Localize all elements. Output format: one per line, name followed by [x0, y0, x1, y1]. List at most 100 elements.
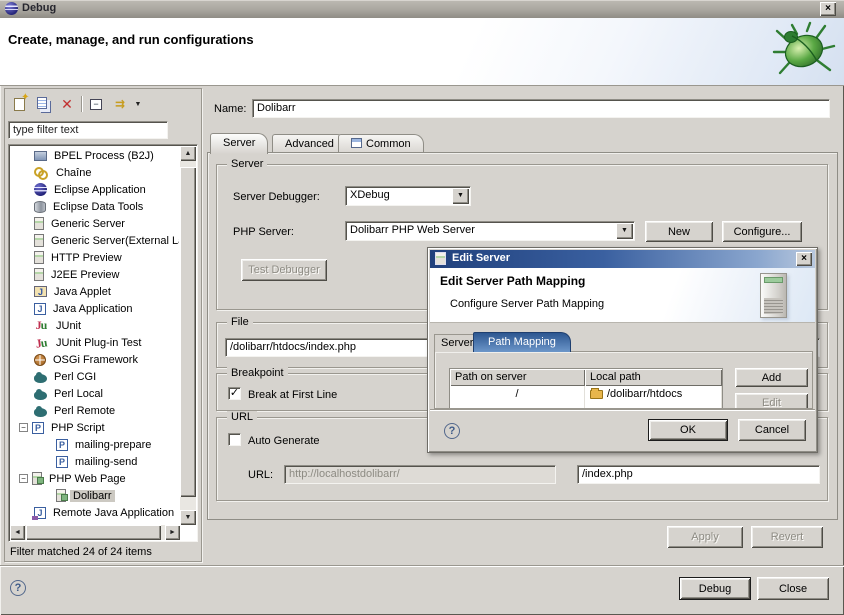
window-title: Debug — [22, 2, 56, 14]
tree-item-label: mailing-prepare — [72, 439, 154, 451]
auto-generate-checkbox[interactable] — [228, 433, 241, 446]
tree-item-cha-ne[interactable]: Chaîne — [10, 164, 179, 181]
applet-icon — [34, 286, 47, 297]
new-server-button[interactable]: New — [645, 221, 713, 242]
tree-item-generic-server-external-la[interactable]: Generic Server(External La — [10, 232, 179, 249]
break-first-line-checkbox[interactable]: ✓ — [228, 387, 241, 400]
tree-item-mailing-prepare[interactable]: mailing-prepare — [10, 436, 179, 453]
help-icon[interactable]: ? — [10, 580, 26, 596]
window-titlebar[interactable]: Debug × — [0, 0, 844, 18]
url-file-input[interactable]: /index.php — [577, 465, 820, 484]
chevron-down-icon[interactable]: ▼ — [616, 223, 633, 239]
tree-item-java-application[interactable]: Java Application — [10, 300, 179, 317]
window-close-button[interactable]: × — [820, 2, 836, 16]
local-path-cell[interactable]: /dolibarr/htdocs — [585, 386, 722, 402]
dialog-titlebar[interactable]: Edit Server × — [430, 250, 815, 268]
close-button[interactable]: Close — [757, 577, 829, 600]
delete-icon[interactable]: ✕ — [55, 93, 79, 115]
debug-window: Debug × Create, manage, and run configur… — [0, 0, 844, 615]
tree-item-java-applet[interactable]: Java Applet — [10, 283, 179, 300]
name-input[interactable]: Dolibarr — [252, 99, 830, 118]
page-title: Create, manage, and run configurations — [8, 32, 254, 47]
name-label: Name: — [214, 103, 246, 115]
tree-item-dolibarr[interactable]: Dolibarr — [10, 487, 179, 504]
menu-dropdown-icon[interactable]: ▼ — [132, 93, 144, 115]
hscroll-thumb[interactable] — [26, 525, 161, 540]
duplicate-icon[interactable] — [31, 93, 55, 115]
server-debugger-select[interactable]: XDebug ▼ — [345, 186, 471, 206]
footer-separator — [0, 565, 844, 567]
server-icon — [435, 252, 446, 265]
collapse-expander-icon[interactable]: − — [19, 474, 28, 483]
tree-item-http-preview[interactable]: HTTP Preview — [10, 249, 179, 266]
configure-server-button[interactable]: Configure... — [722, 221, 802, 242]
php-server-select[interactable]: Dolibarr PHP Web Server ▼ — [345, 221, 635, 241]
tree-item-bpel-process-b2j[interactable]: BPEL Process (B2J) — [10, 147, 179, 164]
tree-item-label: BPEL Process (B2J) — [51, 150, 157, 162]
tab-advanced[interactable]: Advanced — [272, 134, 347, 153]
tree-item-junit-plug-in-test[interactable]: JUnit Plug-in Test — [10, 334, 179, 351]
cancel-button[interactable]: Cancel — [738, 419, 806, 441]
perl-icon — [34, 391, 47, 400]
tab-common[interactable]: Common — [338, 134, 424, 153]
scroll-right-icon[interactable]: ► — [165, 525, 180, 540]
dialog-help-icon[interactable]: ? — [444, 423, 460, 439]
edit-mapping-button[interactable]: Edit — [735, 393, 808, 409]
filter-icon[interactable]: ⇉ — [108, 93, 132, 115]
revert-button[interactable]: Revert — [751, 526, 823, 548]
junit-plugin-icon — [33, 335, 50, 351]
tree-item-perl-remote[interactable]: Perl Remote — [10, 402, 179, 419]
java-icon — [34, 303, 46, 315]
tree-item-osgi-framework[interactable]: OSGi Framework — [10, 351, 179, 368]
tree-item-label: Java Applet — [51, 286, 114, 298]
tab-server[interactable]: Server — [210, 133, 268, 154]
tree-item-generic-server[interactable]: Generic Server — [10, 215, 179, 232]
banner: Create, manage, and run configurations — [0, 18, 844, 86]
tree-item-j2ee-preview[interactable]: J2EE Preview — [10, 266, 179, 283]
dialog-header: Edit Server Path Mapping Configure Serve… — [430, 268, 815, 323]
collapse-all-icon[interactable]: − — [84, 93, 108, 115]
filter-input[interactable]: type filter text — [8, 121, 168, 139]
chevron-down-icon[interactable]: ▼ — [452, 188, 469, 204]
dialog-tab-path-mapping[interactable]: Path Mapping — [473, 332, 571, 352]
tree-item-junit[interactable]: JUnit — [10, 317, 179, 334]
col-path-on-server[interactable]: Path on server — [450, 369, 585, 386]
tree-rows: BPEL Process (B2J) Chaîne Eclipse Applicat… — [10, 147, 179, 525]
dialog-subheading: Configure Server Path Mapping — [450, 298, 604, 310]
filter-status: Filter matched 24 of 24 items — [10, 546, 152, 558]
tree-item-label: Chaîne — [53, 167, 94, 179]
url-input[interactable]: http://localhostdolibarr/ — [284, 465, 556, 484]
debug-button[interactable]: Debug — [679, 577, 751, 600]
tree-item-perl-local[interactable]: Perl Local — [10, 385, 179, 402]
new-config-icon[interactable] — [7, 93, 31, 115]
collapse-expander-icon[interactable]: − — [19, 423, 28, 432]
tree-item-label: OSGi Framework — [50, 354, 141, 366]
path-mapping-row[interactable]: //dolibarr/htdocs — [450, 386, 722, 402]
tree-item-perl-cgi[interactable]: Perl CGI — [10, 368, 179, 385]
server-icon — [34, 268, 44, 281]
tree-item-php-web-page[interactable]: −PHP Web Page — [10, 470, 179, 487]
tree-item-remote-java-application[interactable]: Remote Java Application — [10, 504, 179, 521]
tree-item-eclipse-data-tools[interactable]: Eclipse Data Tools — [10, 198, 179, 215]
bug-icon — [772, 21, 836, 79]
scroll-left-icon[interactable]: ◄ — [10, 525, 25, 540]
tree-item-mailing-send[interactable]: mailing-send — [10, 453, 179, 470]
tree-item-label: JUnit — [53, 320, 84, 332]
url-group-legend: URL — [227, 411, 257, 423]
col-local-path[interactable]: Local path — [585, 369, 722, 386]
apply-button[interactable]: Apply — [667, 526, 743, 548]
php-web-icon — [32, 472, 42, 485]
dialog-close-button[interactable]: × — [796, 252, 812, 266]
scroll-up-icon[interactable]: ▲ — [180, 146, 196, 161]
add-mapping-button[interactable]: Add — [735, 368, 808, 387]
server-debugger-label: Server Debugger: — [233, 191, 320, 203]
tree-item-eclipse-application[interactable]: Eclipse Application — [10, 181, 179, 198]
dialog-heading: Edit Server Path Mapping — [440, 274, 585, 288]
vscroll-thumb[interactable] — [180, 167, 196, 497]
test-debugger-button[interactable]: Test Debugger — [241, 259, 327, 281]
scroll-down-icon[interactable]: ▼ — [180, 510, 196, 525]
tree-item-php-script[interactable]: −PHP Script — [10, 419, 179, 436]
tree-item-label: JUnit Plug-in Test — [53, 337, 144, 349]
path-on-server-cell[interactable]: / — [450, 386, 585, 402]
ok-button[interactable]: OK — [648, 419, 728, 441]
